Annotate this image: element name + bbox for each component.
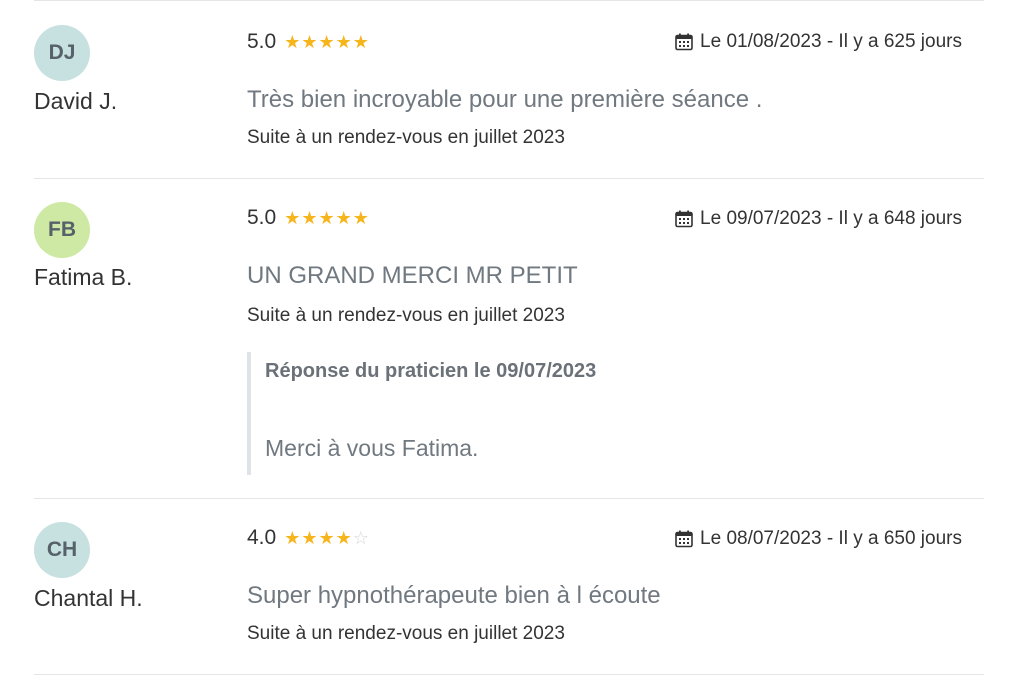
review-comment: Super hypnothérapeute bien à l écoute: [247, 582, 661, 609]
star-filled-icon: ★: [352, 32, 369, 52]
review-comment: Très bien incroyable pour une première s…: [247, 86, 763, 113]
calendar-icon: [675, 33, 693, 51]
review-context: Suite à un rendez-vous en juillet 2023: [247, 127, 565, 148]
star-filled-icon: ★: [318, 208, 335, 228]
review-date: Le 08/07/2023 - Il y a 650 jours: [675, 528, 962, 550]
star-filled-icon: ★: [284, 208, 301, 228]
review-card: DJ David J. 5.0 ★ ★ ★ ★ ★ Le 01/08/2023 - Il…: [34, 0, 984, 179]
practitioner-reply: Réponse du praticien le 09/07/2023 Merci…: [247, 352, 785, 475]
review-card: FB Fatima B. 5.0 ★ ★ ★ ★ ★ Le 09/07/2023 - I…: [34, 179, 984, 499]
star-filled-icon: ★: [335, 528, 352, 548]
rating: 5.0 ★ ★ ★ ★ ★: [247, 206, 370, 230]
review-date-text: Le 09/07/2023 - Il y a 648 jours: [700, 208, 962, 229]
star-filled-icon: ★: [301, 32, 318, 52]
rating: 4.0 ★ ★ ★ ★ ☆: [247, 526, 370, 550]
star-filled-icon: ★: [284, 32, 301, 52]
rating-score: 5.0: [247, 30, 277, 53]
rating: 5.0 ★ ★ ★ ★ ★: [247, 30, 370, 54]
review-date-text: Le 01/08/2023 - Il y a 625 jours: [700, 31, 962, 52]
review-card: CH Chantal H. 4.0 ★ ★ ★ ★ ☆ Le 08/07/2023 - …: [34, 499, 984, 676]
rating-stars: ★ ★ ★ ★ ★: [284, 209, 370, 227]
rating-stars: ★ ★ ★ ★ ☆: [284, 529, 370, 547]
star-filled-icon: ★: [335, 208, 352, 228]
review-context: Suite à un rendez-vous en juillet 2023: [247, 623, 565, 644]
rating-score: 4.0: [247, 526, 277, 549]
avatar: FB: [34, 202, 90, 258]
review-author: Chantal H.: [34, 585, 143, 611]
star-filled-icon: ★: [318, 528, 335, 548]
avatar: DJ: [34, 25, 90, 81]
review-comment: UN GRAND MERCI MR PETIT: [247, 262, 578, 289]
star-filled-icon: ★: [352, 208, 369, 228]
review-author: David J.: [34, 88, 118, 114]
calendar-icon: [675, 210, 693, 228]
review-date: Le 09/07/2023 - Il y a 648 jours: [675, 208, 962, 230]
star-filled-icon: ★: [301, 528, 318, 548]
rating-score: 5.0: [247, 206, 277, 229]
reply-title: Réponse du praticien le 09/07/2023: [265, 360, 597, 382]
review-author: Fatima B.: [34, 264, 133, 290]
star-filled-icon: ★: [301, 208, 318, 228]
avatar: CH: [34, 522, 90, 578]
review-context: Suite à un rendez-vous en juillet 2023: [247, 305, 565, 326]
star-filled-icon: ★: [335, 32, 352, 52]
reply-text: Merci à vous Fatima.: [265, 435, 479, 461]
review-date-text: Le 08/07/2023 - Il y a 650 jours: [700, 528, 962, 549]
star-filled-icon: ★: [318, 32, 335, 52]
review-divider: [34, 674, 984, 675]
calendar-icon: [675, 530, 693, 548]
star-filled-icon: ★: [284, 528, 301, 548]
star-empty-icon: ☆: [352, 528, 369, 548]
review-date: Le 01/08/2023 - Il y a 625 jours: [675, 31, 962, 53]
rating-stars: ★ ★ ★ ★ ★: [284, 33, 370, 51]
